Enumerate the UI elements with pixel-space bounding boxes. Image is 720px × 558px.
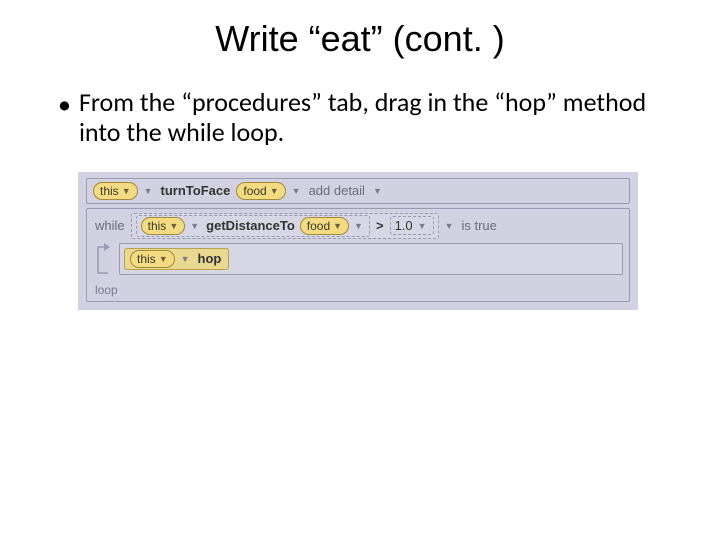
triangle-icon: ▼ [290,186,303,196]
dropdown-arrow-icon: ▼ [333,221,342,231]
loop-body: this ▼ ▼ hop [119,243,623,281]
condition-lhs[interactable]: this ▼ ▼ getDistanceTo food ▼ ▼ [136,215,370,237]
bullet-dot-icon: • [58,90,71,120]
pill-this-label: this [100,184,119,198]
pill-food[interactable]: food ▼ [300,217,349,235]
slide-title: Write “eat” (cont. ) [0,18,720,60]
pill-food-label: food [243,184,266,198]
pill-this-label: this [137,252,156,266]
triangle-icon: ▼ [142,186,155,196]
method-hop: hop [196,251,224,266]
statement-turntoface[interactable]: this ▼ ▼ turnToFace food ▼ ▼ add detail … [86,178,630,204]
method-turntoface: turnToFace [159,183,233,198]
condition-rhs[interactable]: 1.0 ▼ [390,216,434,235]
bullet-text: From the “procedures” tab, drag in the “… [79,88,660,148]
loop-arrow-icon [93,243,113,281]
triangle-icon: ▼ [443,221,456,231]
statement-hop[interactable]: this ▼ ▼ hop [124,248,229,270]
condition-outer[interactable]: this ▼ ▼ getDistanceTo food ▼ ▼ > 1.0 [131,213,439,239]
triangle-icon: ▼ [179,254,192,264]
pill-this[interactable]: this ▼ [130,250,175,268]
rhs-value: 1.0 [395,218,413,233]
bullet-list: • From the “procedures” tab, drag in the… [58,88,660,148]
loop-body-slot[interactable]: this ▼ ▼ hop [119,243,623,275]
pill-this[interactable]: this ▼ [93,182,138,200]
dropdown-arrow-icon: ▼ [159,254,168,264]
while-keyword: while [93,218,127,233]
while-block[interactable]: while this ▼ ▼ getDistanceTo food ▼ [86,208,630,302]
while-header: while this ▼ ▼ getDistanceTo food ▼ [93,213,623,239]
pill-this[interactable]: this ▼ [141,217,186,235]
is-true-label: is true [459,218,498,233]
slide: Write “eat” (cont. ) • From the “procedu… [0,18,720,558]
triangle-icon: ▼ [416,221,429,231]
triangle-icon: ▼ [352,221,365,231]
add-detail-label[interactable]: add detail [307,183,367,198]
loop-area: this ▼ ▼ hop [93,243,623,281]
bullet-item: • From the “procedures” tab, drag in the… [58,88,660,148]
loop-label: loop [95,283,623,297]
dropdown-arrow-icon: ▼ [169,221,178,231]
pill-food[interactable]: food ▼ [236,182,285,200]
operator-gt[interactable]: > [373,218,387,233]
pill-food-label: food [307,219,330,233]
triangle-icon: ▼ [188,221,201,231]
dropdown-arrow-icon: ▼ [122,186,131,196]
code-panel: this ▼ ▼ turnToFace food ▼ ▼ add detail … [78,172,638,310]
pill-this-label: this [148,219,167,233]
dropdown-arrow-icon: ▼ [270,186,279,196]
triangle-icon: ▼ [371,186,384,196]
method-getdistanceto: getDistanceTo [204,218,297,233]
